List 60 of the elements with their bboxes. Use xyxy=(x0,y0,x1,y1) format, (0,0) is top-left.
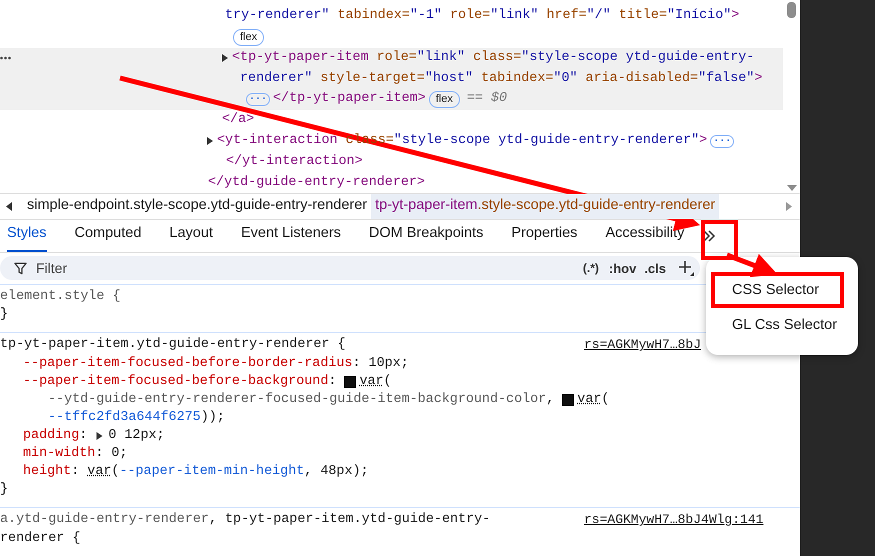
html-code-line: </tp-yt-paper-item> xyxy=(273,90,426,108)
html-code-line: <tp-yt-paper-item role="link" class="style-scope ytd-guide-entry- xyxy=(232,48,754,67)
expand-triangle-icon[interactable] xyxy=(95,431,104,441)
css-selector: tp-yt-paper-item.ytd-guide-entry-renderer { xyxy=(0,336,346,354)
css-declaration: var( xyxy=(577,391,610,409)
css-declaration: --tffc2fd3a644f6275)); xyxy=(48,409,225,427)
css-declaration: height: var(--paper-item-min-height, 48px); xyxy=(23,463,369,481)
css-selector: renderer { xyxy=(0,530,80,548)
css-selector: element.style { xyxy=(0,288,121,306)
panel-tab[interactable]: Computed xyxy=(74,220,142,252)
filter-icon xyxy=(14,262,27,275)
scrollbar-thumb[interactable] xyxy=(787,2,796,18)
color-swatch[interactable] xyxy=(344,376,356,388)
menu-item[interactable]: CSS Selector xyxy=(706,273,858,308)
panel-tab[interactable]: DOM Breakpoints xyxy=(368,220,484,252)
source-link[interactable]: rs=AGKMywH7…8bJ xyxy=(584,337,702,352)
css-declaration: --ytd-guide-entry-renderer-focused-guide-item-background-color, xyxy=(48,391,556,409)
hover-state-button[interactable]: :hov xyxy=(608,258,636,278)
css-declaration: min-width: 0; xyxy=(23,445,128,463)
scroll-left-icon[interactable] xyxy=(6,202,12,211)
breadcrumb-item[interactable]: tp-yt-paper-item.style-scope.ytd-guide-entry-renderer xyxy=(371,194,720,219)
more-button[interactable]: ··· xyxy=(710,134,734,148)
closing-brace: } xyxy=(0,306,8,324)
selected-marker: == $0 xyxy=(466,90,508,108)
panel-tab[interactable]: Layout xyxy=(169,220,213,252)
html-code-line: renderer" style-target="host" tabindex="0" aria-disabled="false"> xyxy=(240,70,762,88)
panel-tab[interactable]: Styles xyxy=(7,220,46,252)
class-button[interactable]: .cls xyxy=(644,258,666,278)
menu-item[interactable]: GL Css Selector xyxy=(706,308,858,343)
scroll-down-icon[interactable] xyxy=(786,185,796,191)
panel-tab[interactable]: Properties xyxy=(511,220,578,252)
panel-tab[interactable]: Accessibility xyxy=(605,220,684,252)
html-code-line: </ytd-guide-entry-renderer> xyxy=(208,174,425,192)
css-declaration: 0 12px; xyxy=(108,427,165,445)
css-declaration: --paper-item-focused-before-background: xyxy=(23,373,338,391)
css-declaration: var( xyxy=(359,373,392,391)
add-rule-icon[interactable] xyxy=(678,260,694,276)
scroll-right-icon[interactable] xyxy=(786,202,792,211)
double-chevron-icon xyxy=(702,230,716,242)
source-link[interactable]: rs=AGKMywH7…8bJ4Wlg:141 xyxy=(584,512,764,527)
flex-badge[interactable]: flex xyxy=(233,28,264,46)
css-selector: a.ytd-guide-entry-renderer, tp-yt-paper-item.ytd-guide-entry- xyxy=(0,511,490,529)
color-swatch[interactable] xyxy=(562,394,574,406)
more-icon[interactable] xyxy=(0,56,11,60)
flex-badge[interactable]: flex xyxy=(428,91,460,108)
panel-tab[interactable]: Event Listeners xyxy=(240,220,341,252)
html-code-line: </yt-interaction> xyxy=(226,152,363,171)
expand-triangle-icon[interactable] xyxy=(221,52,229,63)
css-declaration: padding: xyxy=(23,427,88,445)
closing-brace: } xyxy=(0,481,8,499)
html-code-line: </a> xyxy=(222,111,254,130)
more-button[interactable]: ··· xyxy=(246,93,270,106)
filter-bar[interactable]: Filter (.*) :hov .cls xyxy=(0,256,700,280)
html-code-line: try-renderer" tabindex="-1" role="link" href="/" title="Início"> xyxy=(225,7,740,26)
expand-triangle-icon[interactable] xyxy=(206,136,214,146)
regex-toggle[interactable]: (.*) xyxy=(582,259,599,278)
highlight-box xyxy=(701,220,738,260)
css-declaration: --paper-item-focused-before-border-radius: 10px; xyxy=(23,355,409,373)
annotation-arrow xyxy=(726,252,778,278)
breadcrumb-item[interactable]: simple-endpoint.style-scope.ytd-guide-entry-renderer xyxy=(23,194,372,219)
